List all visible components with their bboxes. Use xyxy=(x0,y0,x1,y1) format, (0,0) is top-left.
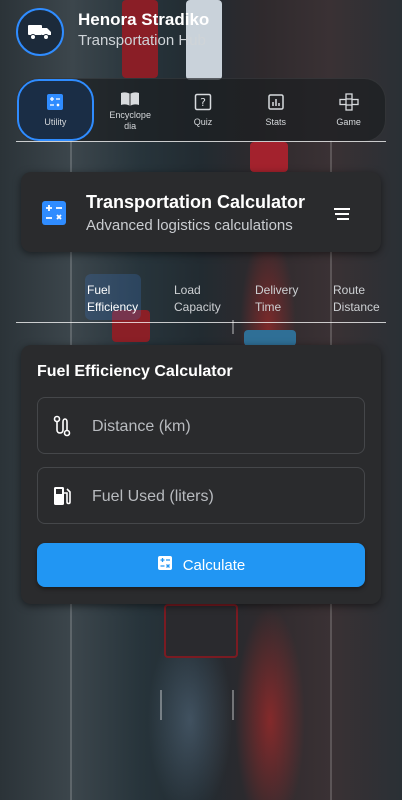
book-icon xyxy=(120,88,140,110)
car-image xyxy=(250,142,288,172)
divider xyxy=(16,322,386,323)
lane-dash xyxy=(160,690,162,720)
top-nav: Utility Encyclope dia ? Quiz Stats Game xyxy=(16,78,386,142)
app-header: Henora Stradiko Transportation Hub xyxy=(0,0,402,70)
divider xyxy=(16,141,386,142)
card-subtitle: Advanced logistics calculations xyxy=(86,217,293,234)
truck-image xyxy=(244,330,296,346)
fuel-efficiency-card: Fuel Efficiency Calculator Calculate xyxy=(21,345,381,604)
calculator-icon xyxy=(46,91,64,113)
distance-field[interactable] xyxy=(37,397,365,455)
calculator-header-card: Transportation Calculator Advanced logis… xyxy=(21,172,381,252)
fuel-used-input[interactable] xyxy=(90,468,354,525)
truck-image xyxy=(164,604,238,658)
tab-delivery-time[interactable]: Delivery Time xyxy=(255,282,298,317)
nav-label: Game xyxy=(336,117,361,128)
lane-dash xyxy=(232,690,234,720)
truck-icon[interactable] xyxy=(16,8,64,56)
nav-label: Encyclope dia xyxy=(109,110,151,131)
nav-label: Stats xyxy=(265,117,287,128)
calculator-tabs: Fuel Efficiency Load Capacity Delivery T… xyxy=(0,272,402,320)
calculator-title: Fuel Efficiency Calculator xyxy=(37,363,233,380)
tab-load-capacity[interactable]: Load Capacity xyxy=(174,282,221,317)
route-icon xyxy=(52,415,72,442)
tab-fuel-efficiency[interactable]: Fuel Efficiency xyxy=(87,282,138,317)
nav-label: Quiz xyxy=(193,117,213,128)
quiz-icon: ? xyxy=(194,91,212,113)
distance-input[interactable] xyxy=(90,398,354,455)
calculate-button[interactable]: Calculate xyxy=(37,543,365,587)
stats-icon xyxy=(268,91,284,113)
nav-item-game[interactable]: Game xyxy=(312,79,385,141)
fuel-pump-icon xyxy=(52,485,72,512)
card-title: Transportation Calculator xyxy=(86,192,306,212)
nav-item-quiz[interactable]: ? Quiz xyxy=(167,79,240,141)
calculator-icon xyxy=(41,200,67,231)
tab-route-distance[interactable]: Route Distance xyxy=(333,282,380,317)
gamepad-icon xyxy=(338,91,359,113)
nav-item-encyclopedia[interactable]: Encyclope dia xyxy=(94,79,167,141)
app-subtitle: Transportation Hub xyxy=(78,32,206,49)
calculator-icon xyxy=(157,555,173,575)
nav-item-stats[interactable]: Stats xyxy=(239,79,312,141)
svg-text:?: ? xyxy=(200,96,206,109)
app-name: Henora Stradiko xyxy=(78,10,210,29)
nav-item-utility[interactable]: Utility xyxy=(17,79,94,141)
menu-icon[interactable] xyxy=(333,207,351,225)
calculate-label: Calculate xyxy=(182,556,246,574)
fuel-field[interactable] xyxy=(37,467,365,525)
nav-label: Utility xyxy=(44,117,67,128)
